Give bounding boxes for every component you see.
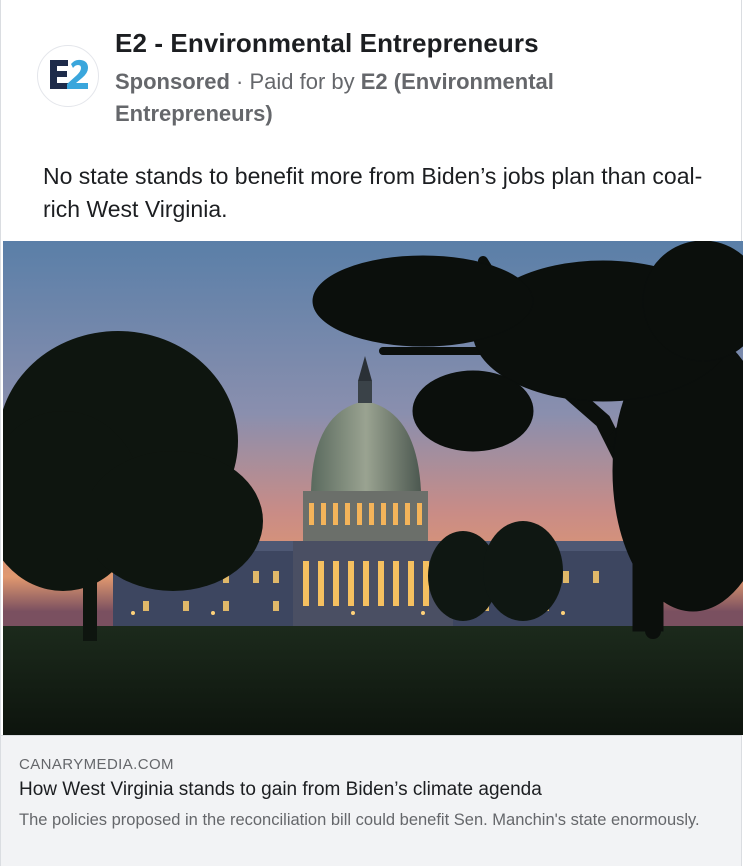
sponsored-post-card: E2 - Environmental Entrepreneurs Sponsor… [0,0,743,866]
link-title[interactable]: How West Virginia stands to gain from Bi… [19,779,542,801]
post-text: No state stands to benefit more from Bid… [43,163,703,222]
sponsorship-line: Sponsored · Paid for by E2 (Environmenta… [115,66,635,130]
meta-separator: · [229,69,250,94]
link-description: The policies proposed in the reconciliat… [19,811,700,829]
advertiser-avatar[interactable] [37,45,99,107]
sponsored-label[interactable]: Sponsored [115,69,230,94]
post-header: E2 - Environmental Entrepreneurs Sponsor… [1,0,741,150]
paid-for-prefix: Paid for by [249,69,361,94]
link-image[interactable] [3,241,743,735]
link-preview[interactable]: CANARYMEDIA.COM How West Virginia stands… [1,735,741,866]
capitol-photo [3,241,743,735]
link-domain: CANARYMEDIA.COM [19,756,174,773]
advertiser-name[interactable]: E2 - Environmental Entrepreneurs [115,28,539,59]
e2-logo-icon [50,59,88,89]
